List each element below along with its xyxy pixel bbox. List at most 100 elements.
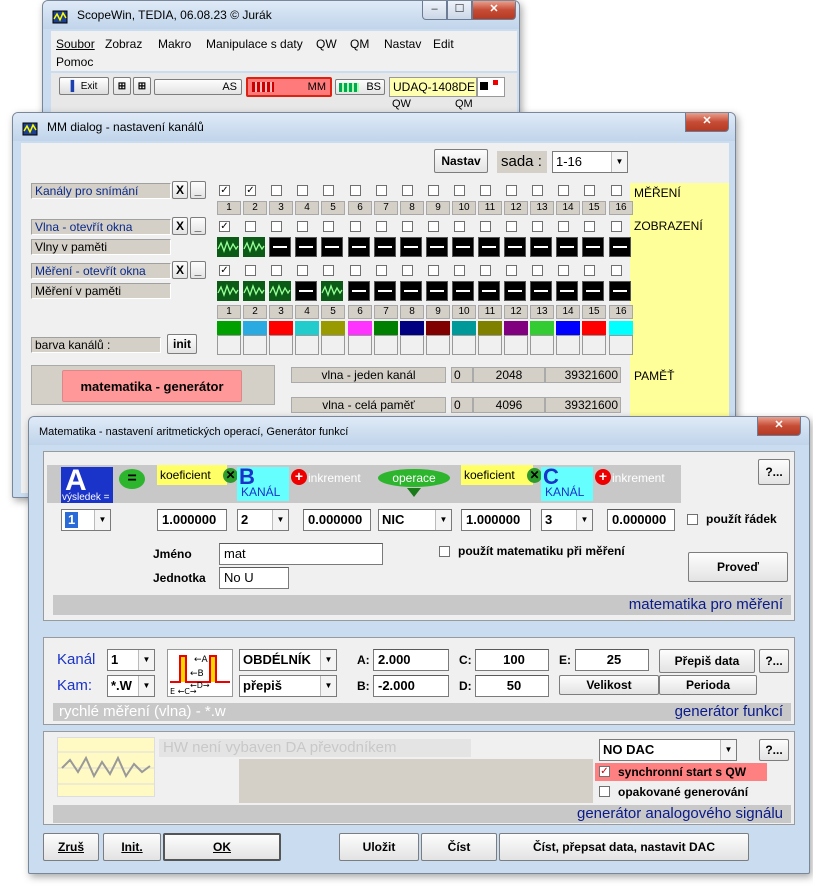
jmeno-input[interactable]: mat bbox=[219, 543, 383, 565]
a-param-input[interactable]: 2.000 bbox=[373, 649, 449, 671]
vlna-checkbox-7[interactable] bbox=[376, 221, 387, 232]
empty-slot-icon-10[interactable] bbox=[452, 237, 474, 257]
menu-qm[interactable]: QM bbox=[350, 37, 369, 51]
tvar-select[interactable]: OBDÉLNÍK ▼ bbox=[239, 649, 337, 671]
maximize-button[interactable]: ☐ bbox=[447, 1, 472, 20]
vlna-checkbox-4[interactable] bbox=[297, 221, 308, 232]
mereni-checkbox-5[interactable] bbox=[323, 265, 334, 276]
mereni-checkbox-7[interactable] bbox=[376, 265, 387, 276]
mat-close-button[interactable]: ✕ bbox=[757, 417, 801, 436]
color-box-4[interactable] bbox=[295, 335, 319, 355]
mm-button[interactable]: MM bbox=[246, 77, 332, 97]
mereni-checkbox-16[interactable] bbox=[611, 265, 622, 276]
menu-soubor[interactable]: Soubor bbox=[56, 37, 95, 51]
menu-nastav[interactable]: Nastav bbox=[384, 37, 421, 51]
nastav-button[interactable]: Nastav bbox=[434, 149, 488, 173]
koeficient-input-2[interactable]: 1.000000 bbox=[461, 509, 531, 531]
minimize-button[interactable]: – bbox=[422, 1, 447, 20]
vlna-checkbox-15[interactable] bbox=[584, 221, 595, 232]
empty-slot-icon-m-6[interactable] bbox=[348, 281, 370, 301]
mm-close-button[interactable]: ✕ bbox=[685, 113, 729, 132]
e-param-input[interactable]: 25 bbox=[575, 649, 649, 671]
vlna-checkbox-6[interactable] bbox=[350, 221, 361, 232]
mereni-checkbox-6[interactable] bbox=[350, 265, 361, 276]
mereni-dash-button[interactable]: _ bbox=[190, 261, 206, 279]
mereni-checkbox-15[interactable] bbox=[584, 265, 595, 276]
vlna-dash-button[interactable]: _ bbox=[190, 217, 206, 235]
color-swatch-8[interactable] bbox=[400, 321, 424, 335]
empty-slot-icon-8[interactable] bbox=[400, 237, 422, 257]
help-button-1[interactable]: ?... bbox=[758, 459, 790, 485]
color-box-5[interactable] bbox=[321, 335, 345, 355]
menu-manipulace[interactable]: Manipulace s daty bbox=[206, 37, 303, 51]
color-swatch-14[interactable] bbox=[556, 321, 580, 335]
empty-slot-icon-11[interactable] bbox=[478, 237, 500, 257]
mereni-checkbox-4[interactable] bbox=[297, 265, 308, 276]
color-swatch-11[interactable] bbox=[478, 321, 502, 335]
matematika-generator-button[interactable]: matematika - generátor bbox=[62, 370, 242, 402]
c-param-input[interactable]: 100 bbox=[475, 649, 549, 671]
wave-icon-m-2[interactable] bbox=[243, 281, 265, 301]
color-box-10[interactable] bbox=[452, 335, 476, 355]
color-swatch-5[interactable] bbox=[321, 321, 345, 335]
velikost-button[interactable]: Velikost bbox=[559, 675, 659, 695]
mereni-checkbox-3[interactable] bbox=[271, 265, 282, 276]
vlna-clear-button[interactable]: X bbox=[172, 217, 188, 235]
init-dialog-button[interactable]: Init. bbox=[103, 833, 161, 861]
help-button-2[interactable]: ?... bbox=[759, 649, 789, 673]
menu-edit[interactable]: Edit bbox=[433, 37, 454, 51]
vlna-checkbox-8[interactable] bbox=[402, 221, 413, 232]
menu-qw[interactable]: QW bbox=[316, 37, 337, 51]
menu-pomoc[interactable]: Pomoc bbox=[56, 55, 93, 69]
wave-icon-m-3[interactable] bbox=[269, 281, 291, 301]
empty-slot-icon-4[interactable] bbox=[295, 237, 317, 257]
empty-slot-icon-16[interactable] bbox=[609, 237, 631, 257]
as-button[interactable]: AS bbox=[154, 79, 242, 95]
snimani-checkbox-5[interactable] bbox=[323, 185, 334, 196]
color-swatch-9[interactable] bbox=[426, 321, 450, 335]
mereni-checkbox-14[interactable] bbox=[558, 265, 569, 276]
vlna-checkbox-1[interactable]: ✓ bbox=[219, 221, 230, 232]
color-box-8[interactable] bbox=[400, 335, 424, 355]
empty-slot-icon-12[interactable] bbox=[504, 237, 526, 257]
jednotka-input[interactable]: No U bbox=[219, 567, 289, 589]
vlna-checkbox-16[interactable] bbox=[611, 221, 622, 232]
empty-slot-icon-14[interactable] bbox=[556, 237, 578, 257]
color-box-7[interactable] bbox=[374, 335, 398, 355]
close-button[interactable]: ✕ bbox=[472, 1, 516, 20]
empty-slot-icon-15[interactable] bbox=[582, 237, 604, 257]
mereni-checkbox-12[interactable] bbox=[506, 265, 517, 276]
mereni-checkbox-1[interactable]: ✓ bbox=[219, 265, 230, 276]
kanal-select[interactable]: 1 ▼ bbox=[107, 649, 155, 671]
prepis-data-button[interactable]: Přepiš data bbox=[659, 649, 755, 673]
color-box-11[interactable] bbox=[478, 335, 502, 355]
color-box-3[interactable] bbox=[269, 335, 293, 355]
empty-slot-icon-m-13[interactable] bbox=[530, 281, 552, 301]
exit-button[interactable]: ▌ Exit bbox=[59, 77, 109, 95]
dac-select[interactable]: NO DAC ▼ bbox=[599, 739, 737, 761]
vlna-checkbox-3[interactable] bbox=[271, 221, 282, 232]
vlna-checkbox-13[interactable] bbox=[532, 221, 543, 232]
snimani-clear-button[interactable]: X bbox=[172, 181, 188, 199]
menu-makro[interactable]: Makro bbox=[158, 37, 191, 51]
color-swatch-4[interactable] bbox=[295, 321, 319, 335]
bs-button[interactable]: BS bbox=[335, 79, 385, 95]
snimani-checkbox-9[interactable] bbox=[428, 185, 439, 196]
mode-select[interactable]: přepiš ▼ bbox=[239, 675, 337, 697]
empty-slot-icon-m-4[interactable] bbox=[295, 281, 317, 301]
ok-button[interactable]: OK bbox=[163, 833, 281, 861]
mereni-checkbox-2[interactable] bbox=[245, 265, 256, 276]
snimani-checkbox-4[interactable] bbox=[297, 185, 308, 196]
snimani-checkbox-13[interactable] bbox=[532, 185, 543, 196]
color-swatch-6[interactable] bbox=[348, 321, 372, 335]
empty-slot-icon-5[interactable] bbox=[321, 237, 343, 257]
vlna-checkbox-9[interactable] bbox=[428, 221, 439, 232]
vlna-checkbox-14[interactable] bbox=[558, 221, 569, 232]
inkrement-input-2[interactable]: 0.000000 bbox=[607, 509, 675, 531]
empty-slot-icon-m-12[interactable] bbox=[504, 281, 526, 301]
vlna-checkbox-5[interactable] bbox=[323, 221, 334, 232]
cist-prepsat-button[interactable]: Číst, přepsat data, nastavit DAC bbox=[499, 833, 749, 861]
mereni-checkbox-11[interactable] bbox=[480, 265, 491, 276]
help-button-3[interactable]: ?... bbox=[759, 739, 789, 761]
grid-icon-button-1[interactable]: ⊞ bbox=[113, 77, 131, 95]
